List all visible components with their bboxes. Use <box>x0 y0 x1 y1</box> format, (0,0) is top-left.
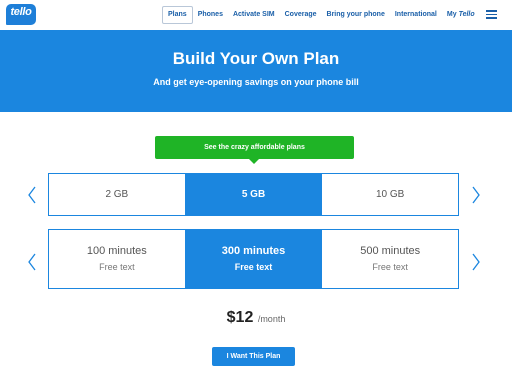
nav-item-phones[interactable]: Phones <box>193 6 228 24</box>
minutes-option-300[interactable]: 300 minutes Free text <box>185 230 323 288</box>
nav-item-international[interactable]: International <box>390 6 442 24</box>
minutes-label: 500 minutes <box>360 245 421 257</box>
price-period: /month <box>257 314 286 324</box>
minutes-label: 300 minutes <box>221 245 286 257</box>
minutes-option-500[interactable]: 500 minutes Free text <box>322 230 458 288</box>
plans-callout: See the crazy affordable plans <box>155 136 354 164</box>
logo-text: tello <box>10 6 32 18</box>
minutes-next-chevron-right-icon[interactable] <box>471 253 481 271</box>
tello-logo[interactable]: tello <box>6 4 36 25</box>
data-option-2gb[interactable]: 2 GB <box>49 174 186 215</box>
minutes-prev-chevron-left-icon[interactable] <box>27 253 37 271</box>
nav-item-plans[interactable]: Plans <box>162 6 193 24</box>
main-nav: Plans Phones Activate SIM Coverage Bring… <box>162 6 480 24</box>
minutes-option-100[interactable]: 100 minutes Free text <box>49 230 186 288</box>
hero-banner: Build Your Own Plan And get eye-opening … <box>0 30 512 112</box>
banner-title: Build Your Own Plan <box>172 49 340 68</box>
minutes-label: 100 minutes <box>86 245 147 257</box>
data-next-chevron-right-icon[interactable] <box>471 186 481 204</box>
nav-item-bring-your-phone[interactable]: Bring your phone <box>322 6 390 24</box>
data-selector: 2 GB 5 GB 10 GB <box>48 173 459 216</box>
data-option-10gb[interactable]: 10 GB <box>322 174 458 215</box>
nav-item-activate-sim[interactable]: Activate SIM <box>228 6 280 24</box>
minutes-sub: Free text <box>234 262 273 272</box>
minutes-sub: Free text <box>372 262 408 272</box>
minutes-selector: 100 minutes Free text 300 minutes Free t… <box>48 229 459 289</box>
my-prefix: My <box>446 11 457 18</box>
data-prev-chevron-left-icon[interactable] <box>27 186 37 204</box>
banner-subtitle: And get eye-opening savings on your phon… <box>153 77 359 87</box>
want-this-plan-button[interactable]: I Want This Plan <box>212 347 295 366</box>
hamburger-menu-icon[interactable] <box>486 10 497 19</box>
minutes-sub: Free text <box>99 262 135 272</box>
plan-price: $12 /month <box>0 309 512 327</box>
nav-item-coverage[interactable]: Coverage <box>280 6 322 24</box>
site-header: tello Plans Phones Activate SIM Coverage… <box>0 0 512 30</box>
data-option-5gb[interactable]: 5 GB <box>185 174 323 215</box>
my-brand: Tello <box>458 11 475 18</box>
nav-item-my-tello[interactable]: My Tello <box>442 6 480 24</box>
price-amount: $12 <box>226 309 254 326</box>
